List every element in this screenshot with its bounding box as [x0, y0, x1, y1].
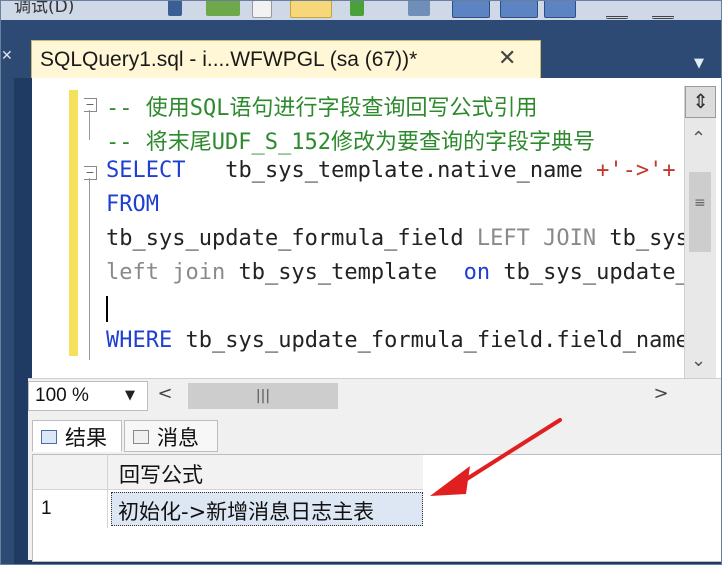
fold-guide: [89, 110, 90, 140]
changed-lines-margin: [69, 90, 78, 356]
fold-guide: [89, 178, 90, 360]
keyword-left-join: left join: [106, 260, 239, 285]
tab-results[interactable]: 结果: [32, 420, 122, 452]
comment-text: -- 使用SQL语句进行字段查询回写公式引用: [106, 96, 538, 121]
left-panel-strip: ✕: [0, 20, 14, 565]
message-icon: [133, 430, 149, 444]
tab-list-dropdown-icon[interactable]: ▼: [694, 56, 704, 71]
where-clause: WHERE tb_sys_update_formula_field.field_…: [106, 328, 689, 353]
row-number[interactable]: 1: [33, 490, 108, 528]
zoom-value: 100 %: [35, 385, 89, 406]
join-clause: left join tb_sys_template on tb_sys_upda…: [106, 260, 689, 285]
toolbar-results-grid-icon[interactable]: [452, 0, 490, 18]
document-tab-row: SQLQuery1.sql - i....WFWPGL (sa (67))* ✕…: [14, 20, 722, 79]
editor-status-row: 100 % ▼ < ||| >: [28, 378, 722, 413]
tab-sqlquery1[interactable]: SQLQuery1.sql - i....WFWPGL (sa (67))* ✕: [31, 40, 541, 79]
toolbar-green-icon[interactable]: [350, 0, 364, 16]
keyword-where: WHERE: [106, 328, 186, 353]
toolbar-align-right-icon[interactable]: [652, 0, 674, 19]
code-identifier: tb_sys_update_: [503, 260, 689, 285]
keyword-on: on: [463, 260, 504, 285]
close-icon[interactable]: ✕: [498, 46, 516, 71]
tab-messages[interactable]: 消息: [124, 420, 218, 452]
code-identifier: tb_sys_template: [238, 260, 464, 285]
code-identifier: tb_sys_update_formula_field.field_name: [185, 328, 689, 353]
toolbar-results-file-icon[interactable]: [544, 0, 576, 18]
results-pane: 结果 消息 回写公式 1 初始化->新增消息日志主表: [28, 412, 722, 562]
grid-header-row: 回写公式: [33, 455, 423, 490]
code-area[interactable]: − -- 使用SQL语句进行字段查询回写公式引用 -- 将末尾UDF_S_152…: [84, 86, 716, 366]
toolbar-dropdown-icon[interactable]: [168, 0, 182, 16]
chevron-down-icon[interactable]: ▼: [125, 388, 135, 403]
grid-icon: [41, 430, 57, 444]
zoom-select[interactable]: 100 % ▼: [28, 381, 148, 411]
scroll-left-icon[interactable]: <: [150, 383, 180, 409]
table-row[interactable]: 1 初始化->新增消息日志主表: [33, 490, 423, 528]
toolbar-print-icon[interactable]: [408, 0, 430, 16]
toolbar-page-icon[interactable]: [252, 0, 272, 18]
toolbar-align-left-icon[interactable]: [606, 0, 628, 19]
keyword-from: FROM: [106, 192, 159, 217]
scroll-right-icon[interactable]: >: [646, 383, 676, 409]
toolbar-results-text-icon[interactable]: [500, 0, 538, 18]
from-clause: tb_sys_update_formula_field LEFT JOIN tb…: [106, 226, 689, 251]
query-editor[interactable]: − -- 使用SQL语句进行字段查询回写公式引用 -- 将末尾UDF_S_152…: [28, 78, 722, 378]
code-identifier: tb_sys_update_formula_field: [106, 226, 477, 251]
select-statement: SELECT tb_sys_template.native_name +'->'…: [106, 158, 676, 183]
comment-text: -- 将末尾UDF_S_152修改为要查询的字段字典号: [106, 130, 595, 155]
text-cursor: [106, 296, 108, 322]
scroll-down-icon[interactable]: ⌄: [691, 350, 706, 371]
results-grid[interactable]: 回写公式 1 初始化->新增消息日志主表: [32, 454, 722, 562]
debug-menu[interactable]: 调试(D): [14, 0, 74, 17]
panel-close-icon[interactable]: ✕: [1, 48, 13, 64]
main-toolbar: 调试(D): [0, 0, 722, 21]
keyword-left-join: LEFT JOIN: [476, 226, 610, 251]
tab-results-label: 结果: [65, 426, 107, 450]
result-cell-value: 初始化->新增消息日志主表: [118, 500, 375, 524]
toolbar-grid-icon[interactable]: [290, 0, 332, 18]
result-cell[interactable]: 初始化->新增消息日志主表: [111, 492, 423, 526]
tab-messages-label: 消息: [157, 426, 199, 450]
horizontal-scroll-thumb[interactable]: |||: [188, 383, 338, 409]
collapse-icon[interactable]: −: [84, 166, 97, 180]
toolbar-run-icon[interactable]: [206, 0, 240, 16]
tab-title: SQLQuery1.sql - i....WFWPGL (sa (67))*: [40, 48, 418, 71]
collapse-icon[interactable]: −: [84, 98, 97, 112]
select-all-cell[interactable]: [33, 455, 108, 489]
code-identifier: tb_sys_template.native_name: [185, 158, 597, 183]
code-identifier: tb_sys: [609, 226, 689, 251]
grip-icon: ≡: [694, 195, 706, 211]
code-operator: +'->'+: [596, 158, 676, 183]
scroll-up-icon[interactable]: ⌃: [691, 128, 706, 149]
keyword-select: SELECT: [106, 158, 186, 183]
editor-vertical-scrollbar[interactable]: ⇕ ⌃ ≡ ⌄: [684, 86, 716, 378]
row-number-text: 1: [41, 498, 52, 519]
column-header[interactable]: 回写公式: [119, 459, 203, 489]
split-window-icon[interactable]: ⇕: [685, 86, 716, 118]
scroll-thumb[interactable]: ≡: [689, 172, 711, 252]
